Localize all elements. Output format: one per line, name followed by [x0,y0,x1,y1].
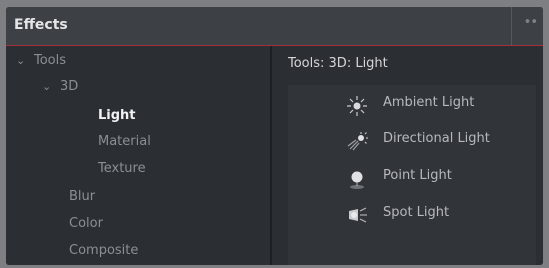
effects-tree: ⌄ Tools ⌄ 3D Light Material Texture Blur C… [6,46,270,265]
panel-header: Effects •• [6,7,543,46]
effect-label: Directional Light [383,131,490,146]
ambient-light-icon [347,96,367,116]
effect-ambient-light[interactable]: Ambient Light [288,85,536,125]
directional-light-icon [347,132,368,151]
content-breadcrumb: Tools: 3D: Light [288,56,388,71]
tree-item-label: Tools [34,53,67,68]
tree-item-label: Composite [69,243,139,258]
tree-item-tools[interactable]: ⌄ Tools [16,50,66,72]
effect-spot-light[interactable]: Spot Light [288,195,536,235]
chevron-down-icon[interactable]: ⌄ [16,50,34,72]
point-light-icon [350,171,364,189]
tree-item-label: Color [69,216,103,231]
chevron-down-icon[interactable]: ⌄ [42,76,60,98]
tree-item-blur[interactable]: Blur [69,186,95,208]
effect-label: Spot Light [383,205,450,220]
effects-list: Ambient Light Directional Light Point Li… [288,85,536,265]
tree-item-label: 3D [60,79,79,94]
header-separator [511,7,512,45]
tree-item-texture[interactable]: Texture [98,158,146,180]
tree-item-color[interactable]: Color [69,213,103,235]
panel-title: Effects [14,17,68,33]
tree-item-composite[interactable]: Composite [69,240,138,262]
tree-item-label: Blur [69,189,96,204]
tree-item-material[interactable]: Material [98,131,151,153]
tree-item-label: Texture [98,161,146,176]
effects-panel: Effects •• ⌄ Tools ⌄ 3D Light Material Tex… [6,7,543,265]
tree-item-3d[interactable]: ⌄ 3D [42,76,78,98]
effect-label: Point Light [383,168,452,183]
tree-item-light[interactable]: Light [98,105,136,127]
effect-label: Ambient Light [383,95,475,110]
effect-directional-light[interactable]: Directional Light [288,121,536,161]
tree-item-label: Material [98,134,151,149]
spot-light-icon [349,207,367,223]
more-options-icon[interactable]: •• [524,15,538,30]
effect-point-light[interactable]: Point Light [288,158,536,198]
effects-content: Tools: 3D: Light Ambient Light Direction… [272,46,543,265]
tree-item-label: Light [98,108,136,123]
